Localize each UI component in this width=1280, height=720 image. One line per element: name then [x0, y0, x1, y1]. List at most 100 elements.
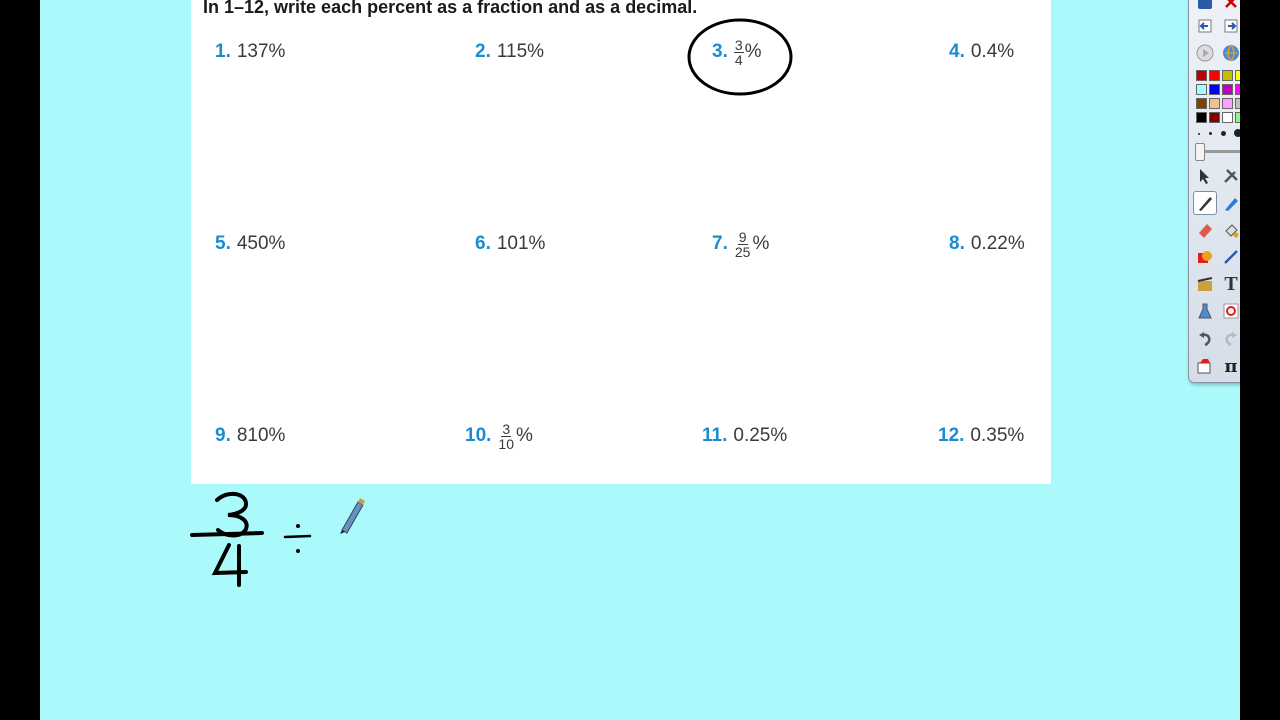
color-swatch[interactable]	[1222, 112, 1233, 123]
color-swatch[interactable]	[1222, 70, 1233, 81]
problem-number: 9.	[215, 425, 231, 446]
color-swatch[interactable]	[1235, 70, 1240, 81]
problem-value: 0.35%	[970, 425, 1025, 446]
problem-value: 137%	[236, 41, 286, 62]
problem-5: 5. 450%	[215, 224, 285, 264]
ink-division-bar	[283, 534, 312, 539]
shape-icon[interactable]	[1193, 245, 1217, 269]
problem-number: 6.	[475, 233, 491, 254]
text-icon[interactable]: T	[1219, 272, 1240, 296]
problem-number: 12.	[938, 425, 965, 446]
fill-icon[interactable]	[1219, 218, 1240, 242]
problem-value: 450%	[236, 233, 286, 254]
numerator: 9	[737, 228, 748, 245]
instructions-prefix: In	[203, 0, 224, 17]
problem-9: 9. 810%	[215, 416, 285, 456]
ink-numerator-3	[215, 491, 249, 538]
problem-4: 4. 0.4%	[949, 32, 1014, 72]
color-swatch[interactable]	[1209, 84, 1220, 95]
color-swatch[interactable]	[1196, 98, 1207, 109]
problem-10: 10. 3 10%	[465, 416, 533, 456]
pen-width-slider-handle[interactable]	[1195, 143, 1205, 161]
problem-number: 5.	[215, 233, 231, 254]
denominator: 25	[734, 243, 751, 260]
percent-sign: %	[744, 41, 762, 62]
media-icon[interactable]	[1193, 272, 1217, 296]
page-prev-icon[interactable]	[1193, 14, 1217, 38]
instructions-range: 1–12	[224, 0, 265, 17]
percent-sign: %	[516, 425, 533, 446]
pen-size-dot[interactable]	[1221, 131, 1226, 136]
pen-cursor-icon	[340, 498, 365, 534]
color-swatch[interactable]	[1209, 98, 1220, 109]
problem-number: 11.	[702, 425, 728, 446]
eraser-icon[interactable]	[1193, 218, 1217, 242]
pen-size-dot[interactable]	[1209, 132, 1212, 135]
color-swatch[interactable]	[1209, 112, 1220, 123]
worksheet: In 1–12, write each percent as a fractio…	[191, 0, 1051, 484]
problem-number: 4.	[949, 41, 965, 62]
drawing-toolbar[interactable]: T π	[1188, 0, 1240, 383]
refresh-icon[interactable]	[1219, 299, 1240, 323]
problem-number: 7.	[712, 233, 728, 254]
problem-number: 10.	[465, 425, 492, 446]
select-icon[interactable]	[1193, 164, 1217, 188]
problem-7: 7. 9 25%	[712, 224, 769, 264]
fraction: 9 25	[734, 230, 752, 259]
web-icon[interactable]	[1219, 41, 1240, 65]
problem-number: 1.	[215, 41, 231, 62]
undo-icon[interactable]	[1193, 327, 1217, 351]
problem-value: 810%	[236, 425, 286, 446]
problem-number: 8.	[949, 233, 965, 254]
problem-value: 101%	[496, 233, 546, 254]
problem-number: 3.	[712, 41, 728, 62]
pen-icon[interactable]	[1193, 191, 1217, 215]
color-swatch[interactable]	[1235, 84, 1240, 95]
close-icon[interactable]	[1219, 0, 1240, 14]
percent-sign: %	[752, 233, 770, 254]
highlighter-icon[interactable]	[1219, 191, 1240, 215]
problem-1: 1. 137%	[215, 32, 285, 72]
ink-denominator-4	[211, 543, 248, 587]
numerator: 3	[501, 420, 512, 437]
page-next-icon[interactable]	[1219, 14, 1240, 38]
page-icon[interactable]	[1193, 0, 1217, 14]
fraction: 3 10	[497, 422, 515, 451]
tools-icon[interactable]	[1219, 164, 1240, 188]
problem-6: 6. 101%	[475, 224, 545, 264]
color-swatch[interactable]	[1196, 84, 1207, 95]
gallery-icon[interactable]	[1193, 354, 1217, 378]
denominator: 10	[498, 435, 514, 452]
play-icon[interactable]	[1193, 41, 1217, 65]
problem-number: 2.	[475, 41, 491, 62]
math-pi-icon[interactable]: π	[1219, 354, 1240, 378]
color-swatch[interactable]	[1222, 98, 1233, 109]
ink-fraction-bar	[190, 531, 264, 537]
denominator: 4	[734, 51, 743, 68]
ink-division-dot-bottom	[296, 549, 300, 553]
pen-size-dot[interactable]	[1198, 133, 1200, 135]
color-swatch[interactable]	[1222, 84, 1233, 95]
problem-3: 3. 3 4%	[712, 32, 762, 72]
problem-value: 115%	[496, 41, 545, 62]
redo-icon[interactable]	[1219, 327, 1240, 351]
problem-value: 0.4%	[970, 41, 1015, 62]
color-swatch[interactable]	[1235, 98, 1240, 109]
instructions: In 1–12, write each percent as a fractio…	[203, 0, 697, 18]
instructions-text: , write each percent as a fraction and a…	[264, 0, 698, 17]
problem-2: 2. 115%	[475, 32, 544, 72]
problem-12: 12. 0.35%	[938, 416, 1024, 456]
whiteboard-canvas[interactable]: In 1–12, write each percent as a fractio…	[40, 0, 1240, 720]
ink-division-dot-top	[296, 524, 300, 528]
problem-8: 8. 0.22%	[949, 224, 1025, 264]
problem-value: 0.25%	[733, 425, 788, 446]
fraction: 34	[733, 36, 744, 68]
color-swatch[interactable]	[1196, 70, 1207, 81]
line-icon[interactable]	[1219, 245, 1240, 269]
pen-size-dot[interactable]	[1234, 129, 1240, 137]
flask-icon[interactable]	[1193, 299, 1217, 323]
color-swatch[interactable]	[1209, 70, 1220, 81]
color-swatch[interactable]	[1196, 112, 1207, 123]
numerator: 3	[733, 36, 744, 53]
color-swatch[interactable]	[1235, 112, 1240, 123]
